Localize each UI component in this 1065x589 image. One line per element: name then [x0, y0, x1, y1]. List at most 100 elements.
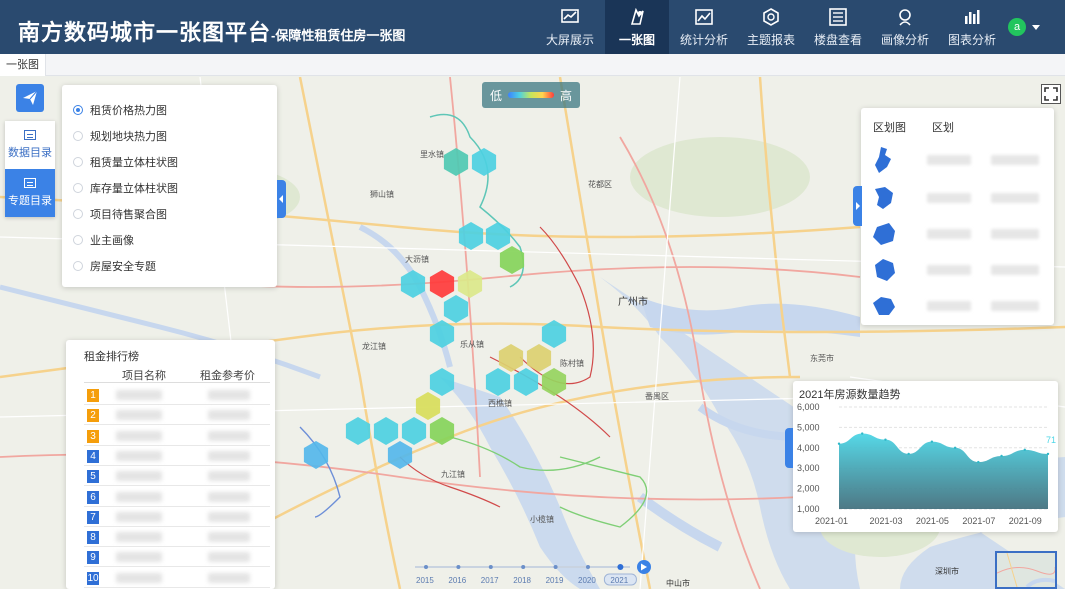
- table-row[interactable]: 10: [84, 568, 270, 588]
- layer-project-cluster[interactable]: 项目待售聚合图: [73, 201, 277, 227]
- heat-hex-cell[interactable]: [373, 417, 399, 445]
- rent-price-redacted: [208, 390, 250, 400]
- data-point[interactable]: [1046, 452, 1050, 456]
- layer-owner-portrait[interactable]: 业主画像: [73, 227, 277, 253]
- project-name-redacted: [116, 552, 162, 563]
- nav-building-view[interactable]: 楼盘查看: [806, 0, 870, 54]
- district-row[interactable]: [871, 288, 1046, 324]
- layer-rental-volume-bars[interactable]: 租赁量立体柱状图: [73, 149, 277, 175]
- district-row[interactable]: [871, 180, 1046, 216]
- nav-chart-analysis[interactable]: 图表分析: [940, 0, 1004, 54]
- district-row[interactable]: [871, 216, 1046, 252]
- timeline-year-label[interactable]: 2016: [448, 576, 466, 585]
- table-row[interactable]: 3: [84, 426, 270, 446]
- heat-hex-cell[interactable]: [457, 270, 483, 298]
- timeline-dot[interactable]: [424, 565, 428, 569]
- heat-hex-cell[interactable]: [485, 222, 511, 250]
- radio[interactable]: [73, 235, 83, 245]
- radio[interactable]: [73, 209, 83, 219]
- heat-hex-cell[interactable]: [526, 344, 552, 372]
- heat-hex-cell[interactable]: [429, 368, 455, 396]
- data-point[interactable]: [953, 446, 957, 449]
- heat-hex-cell[interactable]: [471, 148, 497, 176]
- fullscreen-button[interactable]: [1041, 84, 1061, 104]
- layer-inventory-bars[interactable]: 库存量立体柱状图: [73, 175, 277, 201]
- user-menu[interactable]: a: [1008, 18, 1040, 36]
- timeline-dot[interactable]: [617, 564, 624, 570]
- data-point[interactable]: [977, 460, 980, 464]
- hexagon-report-icon: [763, 8, 779, 26]
- table-row[interactable]: 7: [84, 507, 270, 527]
- nav-theme-report[interactable]: 主题报表: [739, 0, 803, 54]
- overview-minimap[interactable]: [995, 551, 1057, 589]
- table-row[interactable]: 9: [84, 547, 270, 568]
- tab-topic-catalog[interactable]: 专题目录: [5, 169, 55, 217]
- series-area[interactable]: [839, 433, 1048, 509]
- nav-portrait-analysis[interactable]: 画像分析: [873, 0, 937, 54]
- nav-big-screen[interactable]: 大屏展示: [538, 0, 602, 54]
- data-point[interactable]: [1000, 454, 1003, 458]
- y-tick-label: 4,000: [797, 443, 820, 453]
- year-timeline[interactable]: 2015 2016 2017 2018 2019 2020 2021: [405, 560, 655, 588]
- data-point[interactable]: [1023, 448, 1026, 452]
- collapse-chart-button[interactable]: [785, 428, 793, 468]
- heat-hex-cell[interactable]: [443, 148, 469, 176]
- radio[interactable]: [73, 131, 83, 141]
- heat-hex-cell[interactable]: [429, 270, 455, 298]
- radio[interactable]: [73, 261, 83, 271]
- collapse-right-panel-button[interactable]: [853, 186, 862, 226]
- data-point[interactable]: [884, 438, 887, 441]
- timeline-year-label[interactable]: 2018: [513, 576, 531, 585]
- heat-hex-cell[interactable]: [541, 368, 567, 396]
- data-point[interactable]: [837, 442, 841, 445]
- table-row[interactable]: 1: [84, 385, 270, 405]
- timeline-dot[interactable]: [586, 565, 590, 569]
- table-row[interactable]: 4: [84, 446, 270, 466]
- table-row[interactable]: 6: [84, 487, 270, 507]
- heat-hex-cell[interactable]: [443, 295, 469, 323]
- table-row[interactable]: 8: [84, 527, 270, 548]
- heat-hex-cell[interactable]: [400, 270, 426, 298]
- heat-hex-cell[interactable]: [303, 441, 329, 469]
- timeline-dot[interactable]: [488, 565, 493, 569]
- heat-hex-cell[interactable]: [499, 246, 525, 274]
- heat-hex-cell[interactable]: [513, 368, 539, 396]
- heat-hex-cell[interactable]: [401, 417, 427, 445]
- table-row[interactable]: 5: [84, 466, 270, 487]
- timeline-year-label[interactable]: 2020: [578, 576, 596, 585]
- district-row[interactable]: [871, 142, 1046, 178]
- timeline-year-label[interactable]: 2021: [610, 576, 628, 585]
- layer-plan-plot-heatmap[interactable]: 规划地块热力图: [73, 123, 277, 149]
- heat-hex-cell[interactable]: [387, 441, 413, 469]
- tab-data-catalog[interactable]: 数据目录: [5, 121, 55, 169]
- heat-hex-cell[interactable]: [541, 320, 567, 348]
- data-point[interactable]: [861, 432, 864, 435]
- nav-one-map[interactable]: 一张图: [605, 0, 669, 54]
- breadcrumb[interactable]: 一张图: [0, 54, 46, 76]
- timeline-year-label[interactable]: 2017: [481, 576, 499, 585]
- heat-hex-cell[interactable]: [458, 222, 484, 250]
- heat-hex-cell[interactable]: [429, 417, 455, 445]
- table-row[interactable]: 2: [84, 405, 270, 426]
- locate-button[interactable]: [16, 84, 44, 112]
- timeline-dot[interactable]: [456, 565, 461, 569]
- radio[interactable]: [73, 157, 83, 167]
- heat-hex-cell[interactable]: [498, 344, 524, 372]
- timeline-dot[interactable]: [521, 565, 526, 569]
- heat-hex-cell[interactable]: [345, 417, 371, 445]
- heat-hex-cell[interactable]: [485, 368, 511, 396]
- layer-rent-price-heatmap[interactable]: 租赁价格热力图: [73, 97, 277, 123]
- heat-hex-cell[interactable]: [429, 320, 455, 348]
- data-point[interactable]: [930, 440, 934, 443]
- radio-checked[interactable]: [73, 105, 83, 115]
- timeline-dot[interactable]: [553, 565, 558, 569]
- district-row[interactable]: [871, 252, 1046, 288]
- layer-house-safety[interactable]: 房屋安全专题: [73, 253, 277, 279]
- heat-hex-cell[interactable]: [415, 392, 441, 420]
- radio[interactable]: [73, 183, 83, 193]
- data-point[interactable]: [907, 452, 910, 456]
- nav-statistics[interactable]: 统计分析: [672, 0, 736, 54]
- timeline-year-label[interactable]: 2019: [546, 576, 564, 585]
- collapse-left-panel-button[interactable]: [277, 180, 286, 218]
- timeline-year-label[interactable]: 2015: [416, 576, 434, 585]
